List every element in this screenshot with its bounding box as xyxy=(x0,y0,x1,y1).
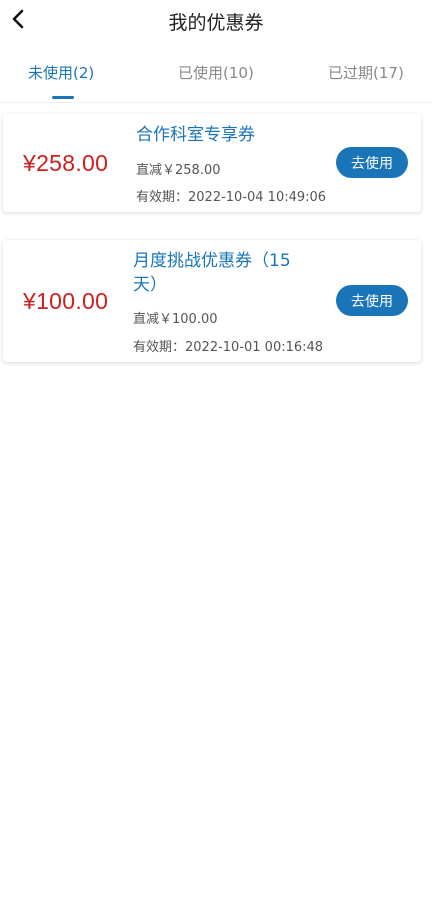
tab-unused[interactable]: 未使用(2) xyxy=(28,62,94,83)
coupon-title: 合作科室专享券 xyxy=(136,125,255,145)
coupon-validity: 有效期：2022-10-04 10:49:06 xyxy=(136,190,327,205)
use-coupon-button[interactable]: 去使用 xyxy=(336,285,408,316)
tab-expired[interactable]: 已过期(17) xyxy=(328,62,404,83)
coupon-deduction: 直减￥258.00 xyxy=(136,163,221,178)
use-coupon-button[interactable]: 去使用 xyxy=(336,147,408,178)
coupon-title: 月度挑战优惠券（15天） xyxy=(133,251,291,295)
coupon-validity: 有效期：2022-10-01 00:16:48 xyxy=(133,340,324,355)
coupon-deduction: 直减￥100.00 xyxy=(133,312,218,327)
tab-bar: 未使用(2) 已使用(10) 已过期(17) xyxy=(0,56,432,103)
header: 我的优惠券 xyxy=(0,0,432,40)
page-title: 我的优惠券 xyxy=(168,12,264,34)
coupon-amount: ¥100.00 xyxy=(23,288,109,314)
coupon-card: ¥258.00 合作科室专享券 直减￥258.00 有效期：2022-10-04… xyxy=(3,114,421,212)
coupon-amount: ¥258.00 xyxy=(23,150,109,176)
coupon-card: ¥100.00 月度挑战优惠券（15天） 直减￥100.00 有效期：2022-… xyxy=(3,240,421,362)
tab-used[interactable]: 已使用(10) xyxy=(178,62,254,83)
tab-active-indicator xyxy=(52,96,74,99)
